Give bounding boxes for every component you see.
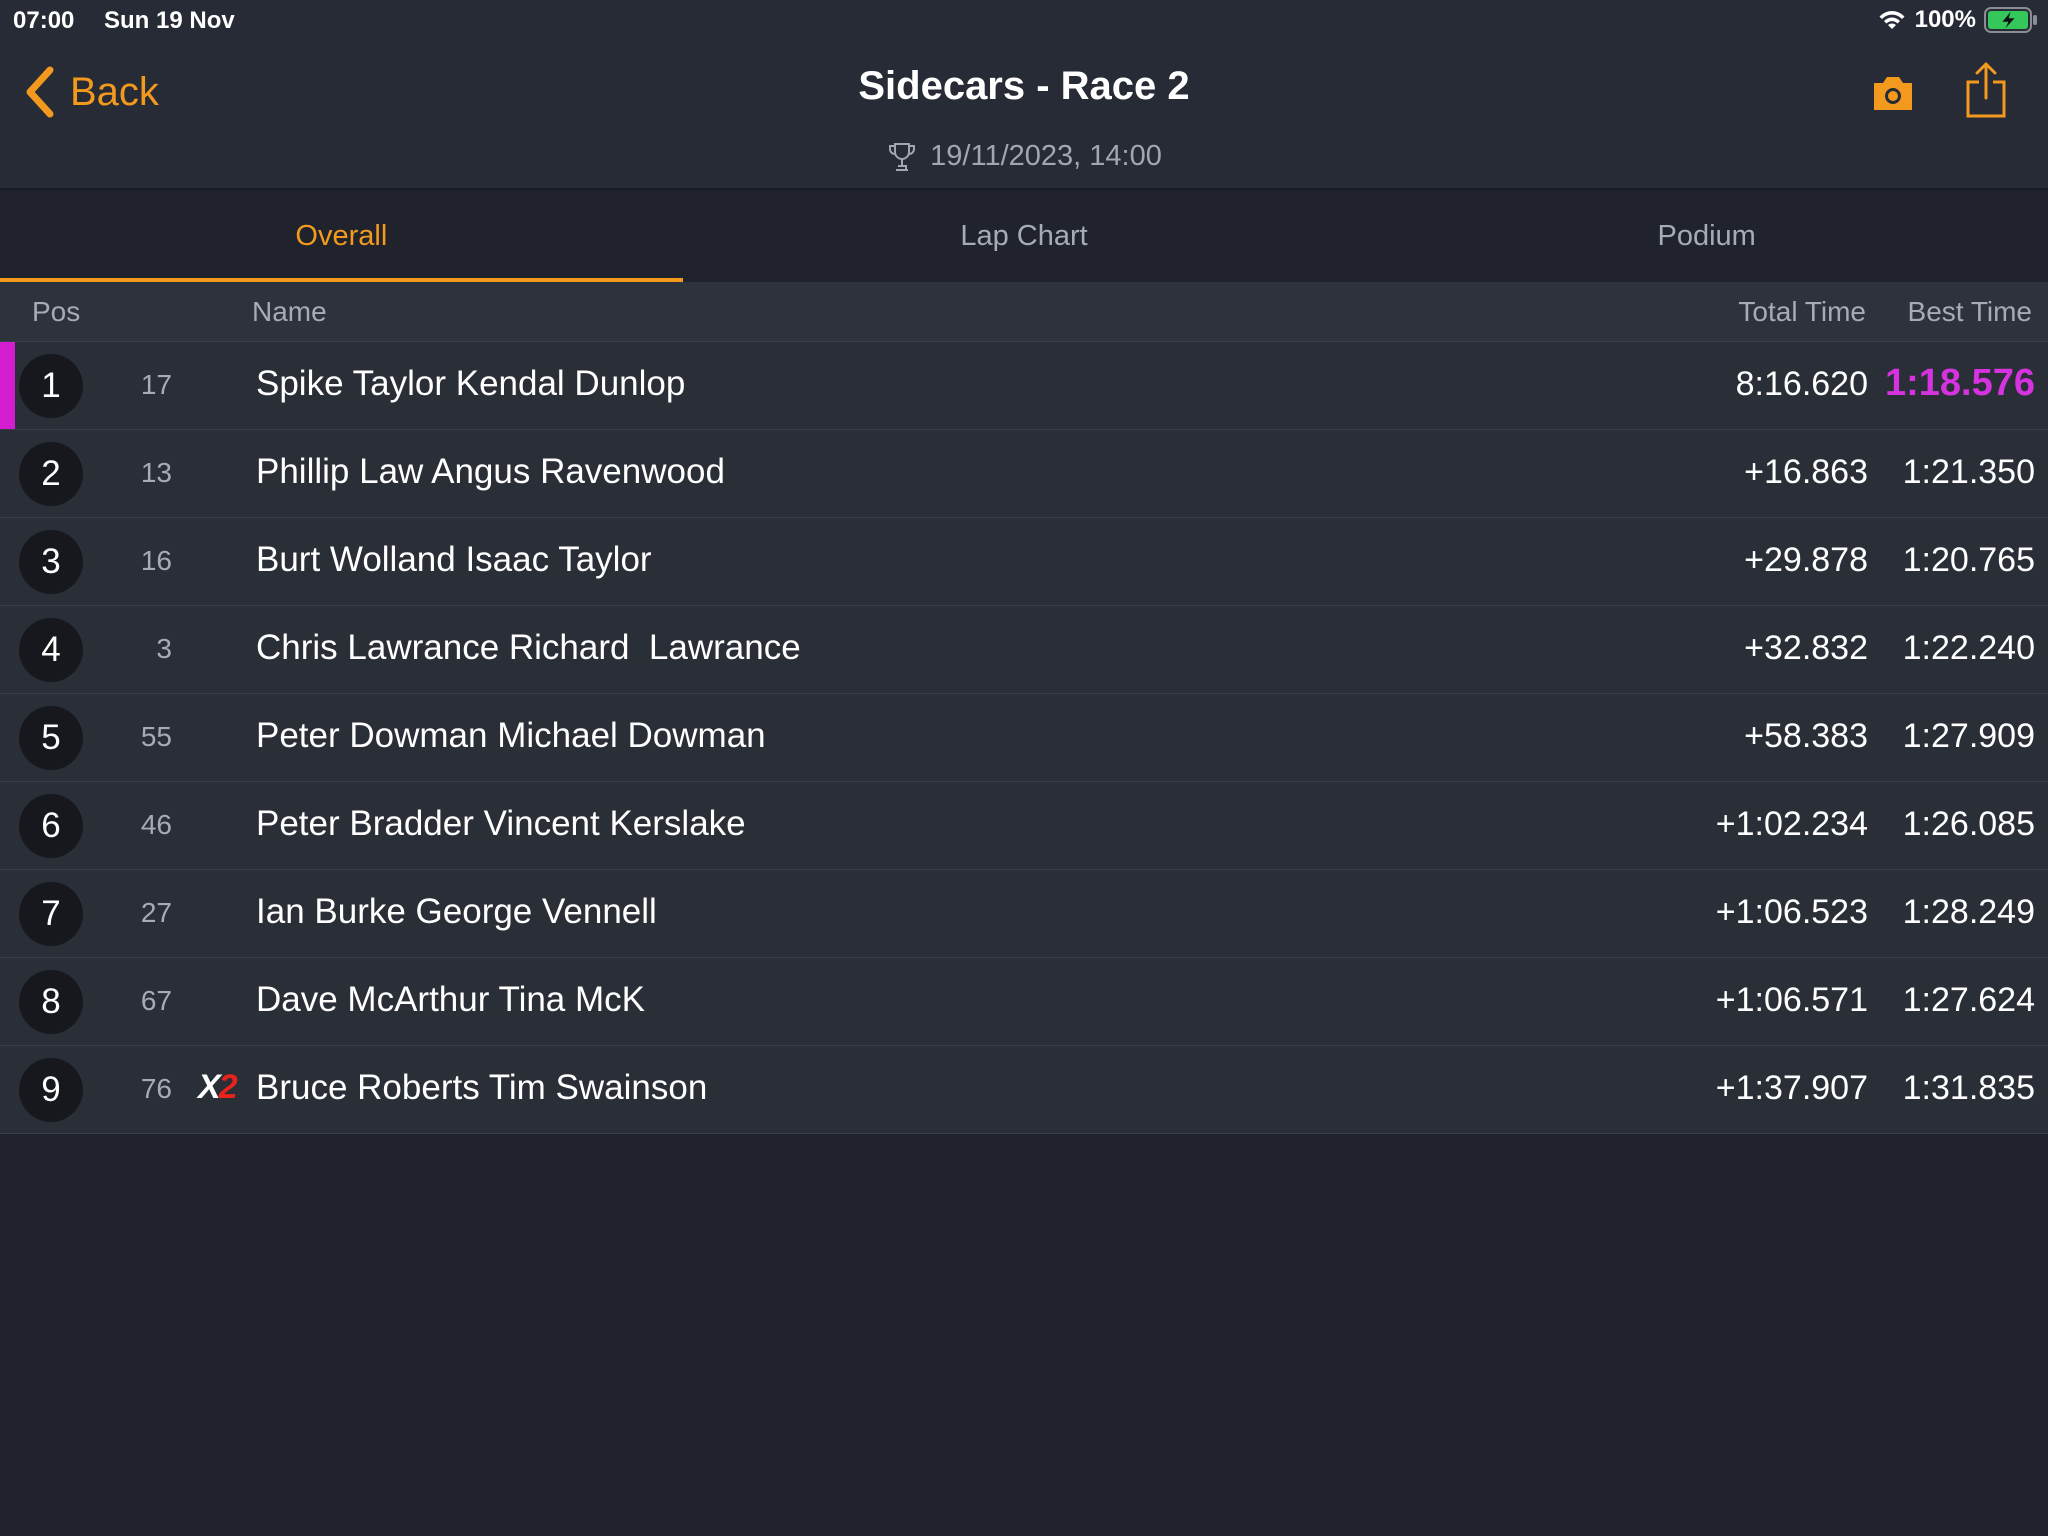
best-time: 1:27.909 [1902,717,2035,755]
app-root: 07:00 Sun 19 Nov 100% Back Sidecars - Ra… [0,0,2048,1536]
total-time: +1:06.571 [1715,981,1868,1019]
rider-name: Ian Burke George Vennell [256,892,657,931]
total-time: +1:37.907 [1715,1069,1868,1107]
page-title: Sidecars - Race 2 [858,64,1190,108]
race-datetime-text: 19/11/2023, 14:00 [930,140,1162,172]
tab-lap-chart[interactable]: Lap Chart [683,190,1366,282]
race-number: 17 [140,369,172,400]
header-total-time: Total Time [1738,296,1866,327]
status-indicators: 100% [1877,6,2038,34]
race-number: 67 [140,985,172,1016]
results-list: 1 17 Spike Taylor Kendal Dunlop 8:16.620… [0,342,2048,1134]
race-number: 27 [140,897,172,928]
position-badge: 6 [19,794,83,858]
best-time: 1:28.249 [1902,893,2035,931]
rider-name: Spike Taylor Kendal Dunlop [256,364,686,403]
wifi-icon [1879,11,1905,29]
table-row[interactable]: 9 76 X2 Bruce Roberts Tim Swainson +1:37… [0,1046,2048,1134]
status-bar: 07:00 Sun 19 Nov 100% [0,0,2048,40]
position-badge: 7 [19,882,83,946]
race-number: 76 [140,1073,172,1104]
best-time: 1:18.576 [1884,362,2035,404]
race-datetime: 19/11/2023, 14:00 [0,140,2048,173]
header-name: Name [252,296,327,327]
table-row[interactable]: 2 13 Phillip Law Angus Ravenwood +16.863… [0,430,2048,518]
back-button[interactable]: Back [24,62,159,122]
back-label: Back [70,69,159,114]
best-time: 1:20.765 [1902,541,2035,579]
tab-overall[interactable]: Overall [0,190,683,282]
best-time: 1:26.085 [1902,805,2035,843]
rider-name: Chris Lawrance Richard Lawrance [256,628,801,667]
status-date: Sun 19 Nov [104,7,235,34]
x2-logo-icon: X2 [198,1068,238,1107]
x2-logo-digit: 2 [218,1068,238,1106]
camera-icon[interactable] [1870,70,1916,116]
rider-name: Bruce Roberts Tim Swainson [256,1068,708,1107]
best-time: 1:21.350 [1902,453,2035,491]
header-best-time: Best Time [1907,296,2032,327]
total-time: +1:02.234 [1715,805,1868,843]
best-time: 1:31.835 [1902,1069,2035,1107]
battery-percent: 100% [1914,6,1976,33]
position-badge: 1 [19,354,83,418]
table-row[interactable]: 3 16 Burt Wolland Isaac Taylor +29.878 1… [0,518,2048,606]
race-number: 46 [140,809,172,840]
table-row[interactable]: 8 67 Dave McArthur Tina McK +1:06.571 1:… [0,958,2048,1046]
table-row[interactable]: 7 27 Ian Burke George Vennell +1:06.523 … [0,870,2048,958]
race-number: 3 [156,633,172,664]
table-row[interactable]: 1 17 Spike Taylor Kendal Dunlop 8:16.620… [0,342,2048,430]
rider-name: Burt Wolland Isaac Taylor [256,540,652,579]
tab-podium[interactable]: Podium [1365,190,2048,282]
results-table-header: Pos Name Total Time Best Time [0,282,2048,342]
header-pos: Pos [32,296,81,327]
rider-name: Peter Bradder Vincent Kerslake [256,804,746,843]
position-badge: 3 [19,530,83,594]
rider-name: Dave McArthur Tina McK [256,980,645,1019]
best-time: 1:22.240 [1902,629,2035,667]
position-badge: 5 [19,706,83,770]
race-number: 16 [140,545,172,576]
position-badge: 2 [19,442,83,506]
trophy-icon [889,142,916,171]
total-time: +16.863 [1744,453,1868,491]
total-time: 8:16.620 [1735,365,1868,403]
battery-charging-icon [1984,7,2037,33]
fastest-lap-marker [0,342,15,429]
x2-logo-x: X [198,1068,221,1106]
share-icon[interactable] [1964,60,2008,120]
results-tabs: Overall Lap Chart Podium [0,190,2048,282]
rider-name: Phillip Law Angus Ravenwood [256,452,725,491]
table-row[interactable]: 5 55 Peter Dowman Michael Dowman +58.383… [0,694,2048,782]
position-badge: 4 [19,618,83,682]
position-badge: 8 [19,970,83,1034]
chevron-left-icon [26,66,54,118]
table-row[interactable]: 4 3 Chris Lawrance Richard Lawrance +32.… [0,606,2048,694]
total-time: +1:06.523 [1715,893,1868,931]
race-number: 55 [140,721,172,752]
race-number: 13 [140,457,172,488]
rider-name: Peter Dowman Michael Dowman [256,716,766,755]
navigation-bar: Back Sidecars - Race 2 19/11/2023, 14:00 [0,40,2048,190]
table-row[interactable]: 6 46 Peter Bradder Vincent Kerslake +1:0… [0,782,2048,870]
position-badge: 9 [19,1058,83,1122]
total-time: +29.878 [1744,541,1868,579]
total-time: +32.832 [1744,629,1868,667]
status-time: 07:00 [13,7,75,34]
best-time: 1:27.624 [1902,981,2035,1019]
total-time: +58.383 [1744,717,1868,755]
